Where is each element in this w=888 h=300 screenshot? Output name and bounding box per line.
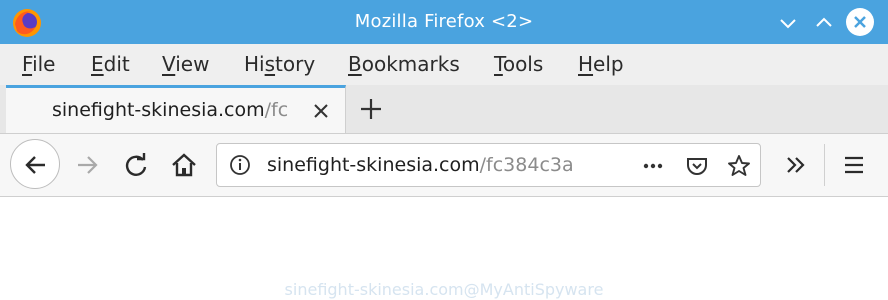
close-window-icon[interactable]: [846, 8, 874, 36]
navigation-toolbar: sinefight-skinesia.com/fc384c3a: [0, 134, 888, 197]
tab-strip: sinefight-skinesia.com/fc: [0, 85, 888, 134]
reload-icon[interactable]: [122, 151, 150, 179]
menu-tools[interactable]: Tools: [494, 52, 543, 76]
minimize-icon[interactable]: [775, 10, 801, 36]
page-actions-icon[interactable]: [641, 154, 665, 178]
tab-title: sinefight-skinesia.com/fc: [52, 99, 289, 121]
menu-help[interactable]: Help: [578, 52, 624, 76]
url-text[interactable]: sinefight-skinesia.com/fc384c3a: [267, 154, 587, 176]
menu-edit[interactable]: Edit: [91, 52, 130, 76]
tab-active[interactable]: sinefight-skinesia.com/fc: [6, 85, 346, 133]
window-title: Mozilla Firefox <2>: [354, 11, 534, 32]
menu-file[interactable]: File: [22, 52, 55, 76]
toolbar-divider: [824, 144, 825, 186]
window-titlebar: Mozilla Firefox <2>: [0, 0, 888, 44]
menu-view[interactable]: View: [162, 52, 209, 76]
menu-bar: File Edit View History Bookmarks Tools H…: [0, 44, 888, 86]
hamburger-menu-icon[interactable]: [840, 151, 868, 179]
overflow-chevron-icon[interactable]: [782, 151, 810, 179]
home-icon[interactable]: [170, 151, 198, 179]
site-info-icon[interactable]: [229, 154, 251, 176]
watermark: sinefight-skinesia.com@MyAntiSpyware: [284, 280, 604, 299]
pocket-icon[interactable]: [685, 154, 709, 178]
maximize-icon[interactable]: [811, 10, 837, 36]
menu-history[interactable]: History: [244, 52, 315, 76]
forward-arrow-icon[interactable]: [74, 151, 102, 179]
close-tab-icon[interactable]: [310, 100, 332, 122]
back-button[interactable]: [10, 139, 60, 189]
back-arrow-icon: [25, 156, 45, 174]
bookmark-star-icon[interactable]: [727, 154, 751, 178]
new-tab-icon[interactable]: [358, 96, 384, 122]
menu-bookmarks[interactable]: Bookmarks: [348, 52, 460, 76]
url-bar[interactable]: sinefight-skinesia.com/fc384c3a: [216, 143, 761, 187]
